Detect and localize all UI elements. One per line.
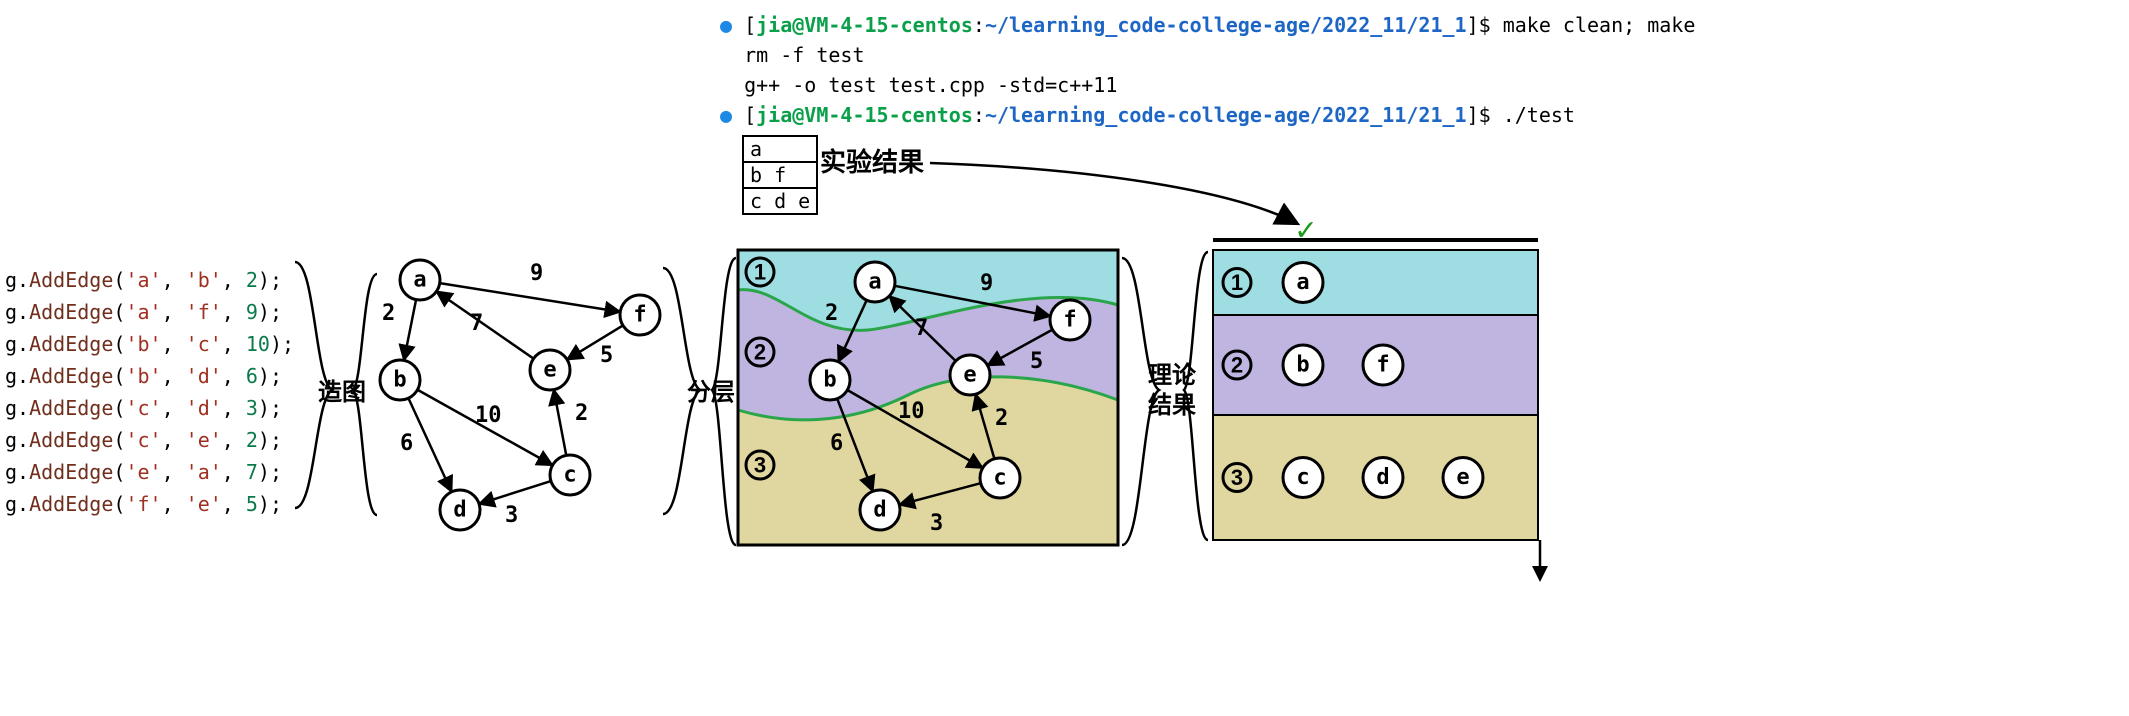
sweep-arrow-icon <box>0 0 2129 716</box>
